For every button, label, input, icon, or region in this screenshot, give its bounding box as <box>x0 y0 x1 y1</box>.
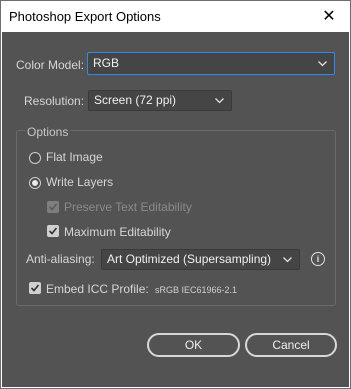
anti-aliasing-label: Anti-aliasing: <box>26 252 95 266</box>
chevron-down-icon <box>316 53 330 74</box>
embed-icc-checkbox[interactable] <box>29 282 41 294</box>
write-layers-label[interactable]: Write Layers <box>46 175 113 189</box>
chevron-down-icon <box>213 91 227 110</box>
export-options-dialog: Photoshop Export Options ✕ Color Model: … <box>0 0 351 389</box>
anti-aliasing-value: Art Optimized (Supersampling) <box>107 252 272 266</box>
dialog-body: Color Model: RGB Resolution: Screen (72 … <box>2 32 349 387</box>
write-layers-radio[interactable] <box>29 177 41 189</box>
close-icon[interactable]: ✕ <box>315 3 343 31</box>
color-model-value: RGB <box>93 56 120 70</box>
anti-aliasing-select[interactable]: Art Optimized (Supersampling) <box>101 249 300 270</box>
embed-icc-label[interactable]: Embed ICC Profile: <box>46 282 149 296</box>
preserve-text-checkbox[interactable] <box>47 201 59 213</box>
chevron-down-icon <box>281 250 295 269</box>
info-icon[interactable]: i <box>311 252 325 266</box>
resolution-select[interactable]: Screen (72 ppi) <box>88 90 232 111</box>
color-model-select[interactable]: RGB <box>87 52 335 75</box>
resolution-label: Resolution: <box>24 94 85 108</box>
flat-image-radio[interactable] <box>29 152 41 164</box>
maximum-editability-checkbox[interactable] <box>47 225 59 237</box>
color-model-label: Color Model: <box>16 58 85 72</box>
flat-image-label[interactable]: Flat Image <box>46 150 103 164</box>
preserve-text-label[interactable]: Preserve Text Editability <box>64 200 192 214</box>
ok-button[interactable]: OK <box>147 333 240 357</box>
cancel-button[interactable]: Cancel <box>245 333 337 357</box>
maximum-editability-label[interactable]: Maximum Editability <box>64 225 171 239</box>
window-title: Photoshop Export Options <box>9 9 161 24</box>
icc-profile-name: sRGB IEC61966-2.1 <box>155 285 238 295</box>
resolution-value: Screen (72 ppi) <box>94 93 177 107</box>
title-bar: Photoshop Export Options ✕ <box>2 2 349 32</box>
options-group-title: Options <box>25 125 71 139</box>
